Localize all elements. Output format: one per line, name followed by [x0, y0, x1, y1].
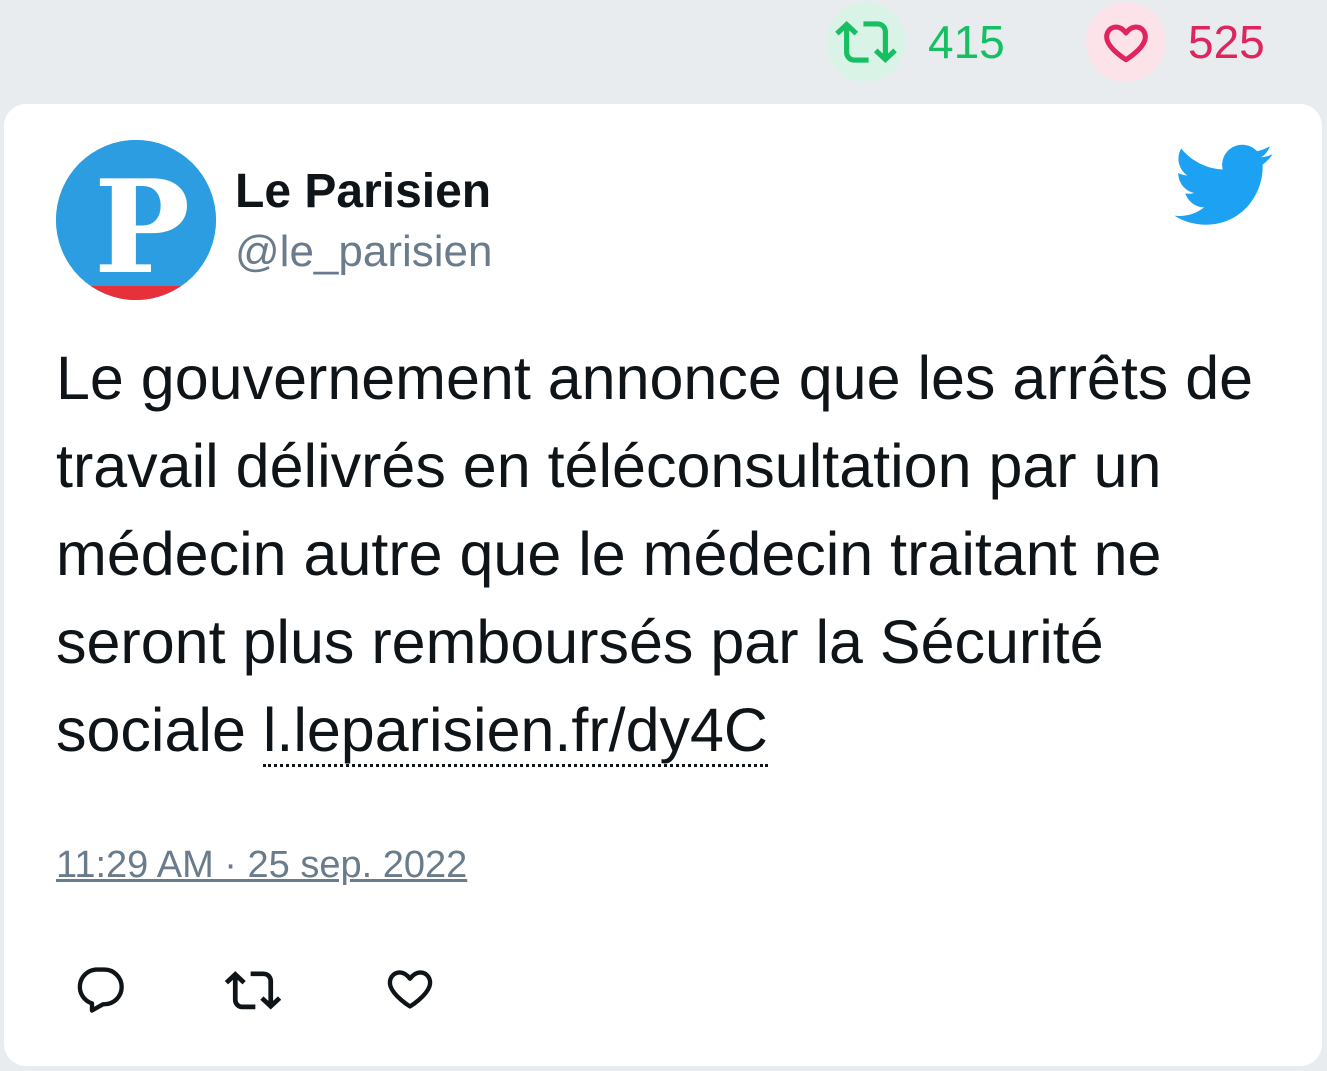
- retweet-stat[interactable]: 415: [826, 0, 1005, 84]
- heart-icon[interactable]: [1086, 2, 1166, 82]
- tweet-link[interactable]: l.leparisien.fr/dy4C: [262, 696, 768, 767]
- tweet-card: P Le Parisien @le_parisien Le gouverneme…: [4, 104, 1322, 1066]
- retweet-count: 415: [928, 16, 1005, 68]
- like-icon[interactable]: [384, 962, 436, 1019]
- reply-icon[interactable]: [74, 962, 126, 1019]
- author-name[interactable]: Le Parisien: [235, 164, 491, 219]
- author-handle[interactable]: @le_parisien: [235, 227, 492, 277]
- tweet-text: Le gouvernement annonce que les arrêts d…: [56, 334, 1296, 774]
- tweet-timestamp[interactable]: 11:29 AM · 25 sep. 2022: [56, 844, 467, 887]
- avatar[interactable]: P: [56, 140, 216, 300]
- like-count: 525: [1188, 16, 1265, 68]
- retweet-icon[interactable]: [222, 962, 284, 1019]
- avatar-logo-letter: P: [94, 153, 190, 300]
- like-stat[interactable]: 525: [1086, 0, 1265, 84]
- engagement-summary: 415 525: [0, 0, 1327, 100]
- twitter-bird-icon[interactable]: [1174, 144, 1274, 233]
- retweet-icon[interactable]: [826, 2, 906, 82]
